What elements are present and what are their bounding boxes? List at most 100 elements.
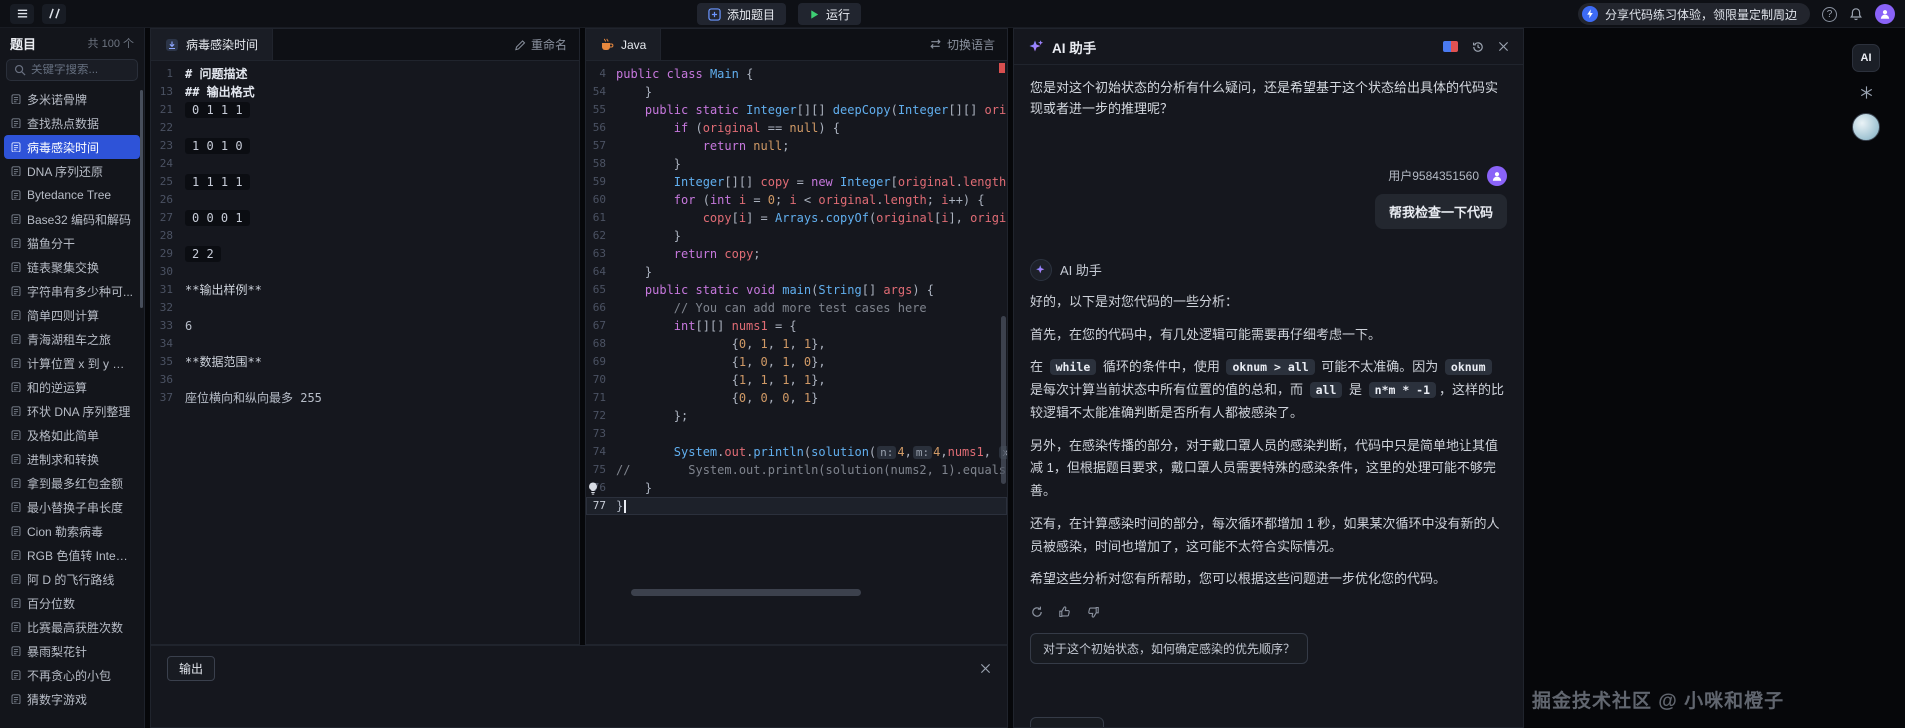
sidebar-item[interactable]: 猫鱼分干 — [4, 231, 140, 255]
markdown-line[interactable]: 29 2 2 — [151, 245, 579, 263]
close-icon[interactable] — [980, 663, 991, 674]
switch-language-button[interactable]: 切换语言 — [929, 36, 995, 53]
markdown-line[interactable]: 22 — [151, 119, 579, 137]
sidebar-item[interactable]: 阿 D 的飞行路线 — [4, 567, 140, 591]
sidebar-item[interactable]: 百分位数 — [4, 591, 140, 615]
sidebar-item[interactable]: 链表聚集交换 — [4, 255, 140, 279]
code-line[interactable]: 65 public static void main(String[] args… — [586, 281, 1007, 299]
add-question-button[interactable]: 添加题目 — [697, 3, 787, 25]
lightbulb-icon[interactable] — [588, 482, 598, 495]
suggested-question-partial[interactable]: 需要，… — [1030, 717, 1105, 727]
code-line[interactable]: 55 public static Integer[][] deepCopy(In… — [586, 101, 1007, 119]
code-line[interactable]: 71 {0, 0, 0, 1} — [586, 389, 1007, 407]
sidebar-item[interactable]: 青海湖租车之旅 — [4, 327, 140, 351]
code-line[interactable]: 61 copy[i] = Arrays.copyOf(original[i], … — [586, 209, 1007, 227]
markdown-line[interactable]: 36 — [151, 371, 579, 389]
markdown-line[interactable]: 33 6 — [151, 317, 579, 335]
tab-problem[interactable]: 病毒感染时间 — [151, 29, 274, 60]
sidebar-item[interactable]: 最小替换子串长度 — [4, 495, 140, 519]
markdown-line[interactable]: 32 — [151, 299, 579, 317]
code-line[interactable]: 72 }; — [586, 407, 1007, 425]
code-line[interactable]: 58 } — [586, 155, 1007, 173]
rename-button[interactable]: 重命名 — [514, 36, 567, 53]
run-button[interactable]: 运行 — [798, 3, 862, 25]
code-line[interactable]: 70 {1, 1, 1, 1}, — [586, 371, 1007, 389]
sidebar-item[interactable]: 简单四则计算 — [4, 303, 140, 327]
sidebar-item[interactable]: 病毒感染时间 — [4, 135, 140, 159]
code-line[interactable]: 4 public class Main { — [586, 65, 1007, 83]
user-avatar[interactable] — [1875, 4, 1895, 24]
thumbs-up-icon[interactable] — [1058, 605, 1072, 619]
markdown-line[interactable]: 34 — [151, 335, 579, 353]
code-editor[interactable]: 4 public class Main {54 } 55 public static… — [586, 61, 1007, 645]
code-line[interactable]: 57 return null; — [586, 137, 1007, 155]
markdown-line[interactable]: 1 # 问题描述 — [151, 65, 579, 83]
sidebar-item[interactable]: 及格如此简单 — [4, 423, 140, 447]
app-logo-icon[interactable] — [10, 4, 34, 24]
code-line[interactable]: 75 // System.out.println(solution(nums2, … — [586, 461, 1007, 479]
help-icon[interactable]: ? — [1822, 6, 1837, 22]
markdown-line[interactable]: 31 **输出样例** — [151, 281, 579, 299]
markdown-line[interactable]: 24 — [151, 155, 579, 173]
code-line[interactable]: 68 {0, 1, 1, 1}, — [586, 335, 1007, 353]
suggested-question[interactable]: 对于这个初始状态，如何确定感染的优先顺序？ — [1030, 633, 1309, 665]
sidebar-item[interactable]: Base32 编码和解码 — [4, 207, 140, 231]
sidebar-item[interactable]: 比赛最高获胜次数 — [4, 615, 140, 639]
markdown-line[interactable]: 23 1 0 1 0 — [151, 137, 579, 155]
code-line[interactable]: 54 } — [586, 83, 1007, 101]
code-line[interactable]: 69 {1, 0, 1, 0}, — [586, 353, 1007, 371]
vertical-scrollbar[interactable] — [1001, 316, 1006, 484]
sparkle-icon[interactable] — [1859, 85, 1874, 100]
sidebar-item[interactable]: 计算位置 x 到 y 的... — [4, 351, 140, 375]
sidebar-item[interactable]: 环状 DNA 序列整理 — [4, 399, 140, 423]
sidebar-item[interactable]: 字符串有多少种可... — [4, 279, 140, 303]
sidebar-item[interactable]: 和的逆运算 — [4, 375, 140, 399]
markdown-line[interactable]: 21 0 1 1 1 — [151, 101, 579, 119]
code-line[interactable]: 66 // You can add more test cases here — [586, 299, 1007, 317]
share-banner[interactable]: 分享代码练习体验，领限量定制周边 — [1577, 3, 1810, 25]
code-line[interactable]: 74 System.out.println(solution(n: 4, m: 4,n… — [586, 443, 1007, 461]
sidebar-item[interactable]: 多米诺骨牌 — [4, 87, 140, 111]
markdown-line[interactable]: 30 — [151, 263, 579, 281]
code-line[interactable]: 56 if (original == null) { — [586, 119, 1007, 137]
sidebar-item[interactable]: 查找热点数据 — [4, 111, 140, 135]
markdown-line[interactable]: 13 ## 输出格式 — [151, 83, 579, 101]
workspace-logo-icon[interactable] — [42, 4, 66, 24]
code-line[interactable]: 67 int[][] nums1 = { — [586, 317, 1007, 335]
sidebar-item[interactable]: 猜数字游戏 — [4, 687, 140, 711]
notifications-icon[interactable] — [1849, 7, 1863, 21]
markdown-line[interactable]: 37 座位横向和纵向最多 255 — [151, 389, 579, 407]
markdown-line[interactable]: 25 1 1 1 1 — [151, 173, 579, 191]
sidebar-item[interactable]: RGB 色值转 Integer — [4, 543, 140, 567]
sidebar-item[interactable]: 拿到最多红包金额 — [4, 471, 140, 495]
thumbs-down-icon[interactable] — [1086, 605, 1100, 619]
ai-assistant-badge[interactable]: AI — [1852, 44, 1880, 72]
sidebar-item[interactable]: 进制求和转换 — [4, 447, 140, 471]
code-line[interactable]: 63 return copy; — [586, 245, 1007, 263]
flag-icon[interactable] — [1443, 41, 1458, 52]
output-tab[interactable]: 输出 — [167, 656, 216, 681]
problem-editor[interactable]: 1 # 问题描述 13 ## 输出格式 21 0 1 1 1 22 23 1 0 1 0 24 25… — [151, 61, 579, 645]
markdown-line[interactable]: 28 — [151, 227, 579, 245]
sidebar-item[interactable]: Bytedance Tree — [4, 183, 140, 207]
history-icon[interactable] — [1471, 40, 1485, 54]
sidebar-item[interactable]: Cion 勒索病毒 — [4, 519, 140, 543]
close-icon[interactable] — [1498, 41, 1509, 52]
code-line[interactable]: 62 } — [586, 227, 1007, 245]
code-line[interactable]: 76 } — [586, 479, 1007, 497]
code-line[interactable]: 77} — [586, 497, 1007, 515]
code-line[interactable]: 64 } — [586, 263, 1007, 281]
tab-java[interactable]: Java — [586, 29, 662, 60]
search-input[interactable] — [31, 64, 130, 76]
sidebar-item[interactable]: 暴雨梨花针 — [4, 639, 140, 663]
code-line[interactable]: 60 for (int i = 0; i < original.length; … — [586, 191, 1007, 209]
horizontal-scrollbar[interactable] — [631, 589, 861, 596]
code-line[interactable]: 73 — [586, 425, 1007, 443]
markdown-line[interactable]: 27 0 0 0 1 — [151, 209, 579, 227]
mascot-avatar[interactable] — [1852, 113, 1880, 141]
markdown-line[interactable]: 26 — [151, 191, 579, 209]
sidebar-item[interactable]: DNA 序列还原 — [4, 159, 140, 183]
code-line[interactable]: 59 Integer[][] copy = new Integer[origin… — [586, 173, 1007, 191]
sidebar-scrollbar[interactable] — [140, 90, 143, 308]
markdown-line[interactable]: 35 **数据范围** — [151, 353, 579, 371]
